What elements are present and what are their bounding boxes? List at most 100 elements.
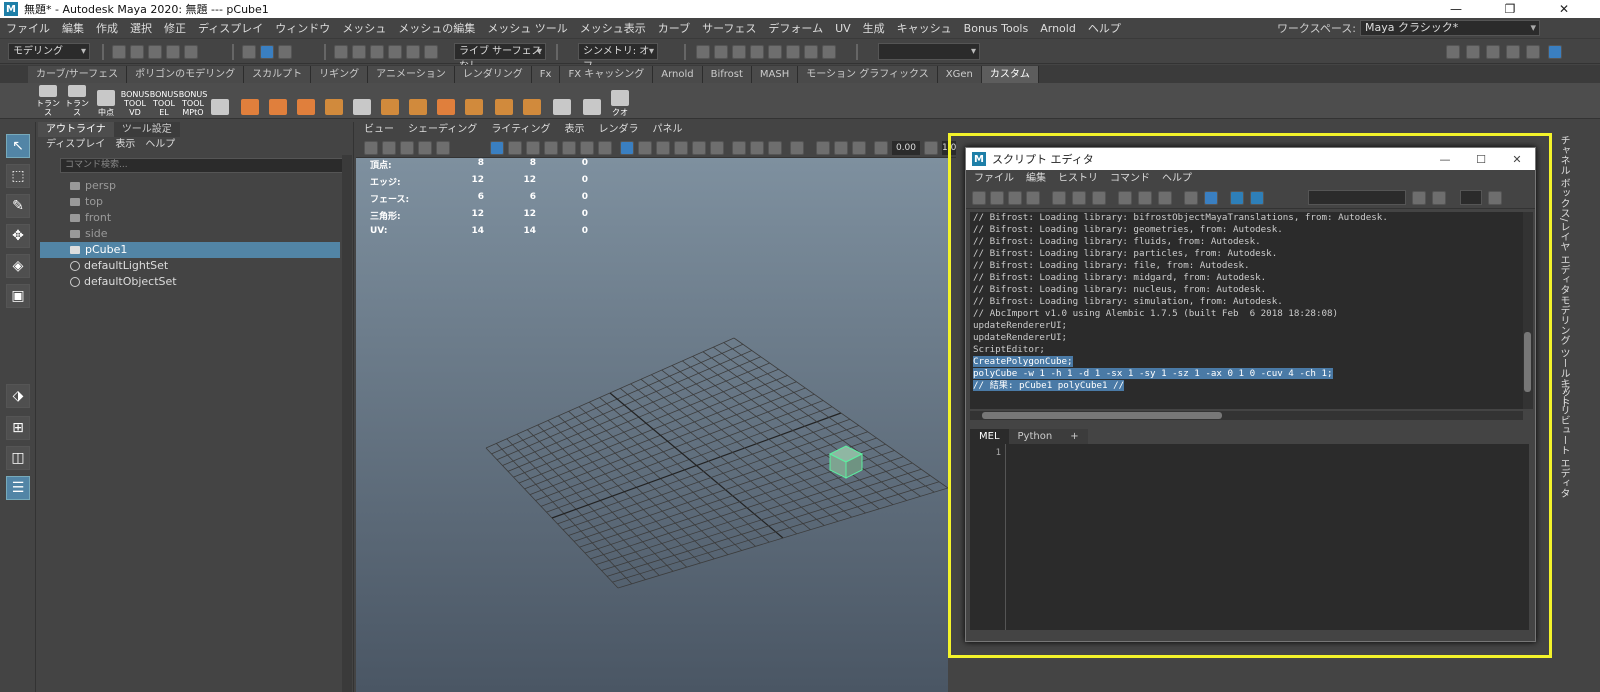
shelf-tab-animation[interactable]: アニメーション — [368, 66, 455, 83]
restore-button[interactable]: ❐ — [1494, 0, 1526, 18]
shelf-tool13-button[interactable] — [548, 85, 576, 117]
wire-on-shaded-icon[interactable] — [656, 141, 670, 155]
menu-windows[interactable]: ウィンドウ — [269, 20, 336, 36]
shelf-bonus-el-button[interactable]: BONUS TOOL EL — [150, 85, 179, 117]
single-pane-icon[interactable]: ⬗ — [6, 384, 30, 408]
lasso-tool-icon[interactable]: ⬚ — [6, 164, 30, 188]
outliner-item-persp[interactable]: persp — [40, 178, 340, 194]
menu-edit-mesh[interactable]: メッシュの編集 — [392, 20, 481, 36]
layout-toggle-icon[interactable] — [1548, 45, 1562, 59]
snap-vertex-icon[interactable] — [424, 45, 438, 59]
gamma-icon[interactable] — [924, 141, 938, 155]
viewport-menu-shading[interactable]: シェーディング — [408, 122, 477, 138]
arnold-ipr-icon[interactable] — [804, 45, 818, 59]
tool-settings-icon[interactable] — [1506, 45, 1520, 59]
menu-help[interactable]: ヘルプ — [1082, 20, 1127, 36]
safe-action-icon[interactable] — [580, 141, 594, 155]
shelf-tool11-button[interactable] — [490, 85, 518, 117]
camera-icon[interactable] — [1446, 45, 1460, 59]
shelf-tool7-button[interactable] — [376, 85, 404, 117]
shelf-tab-bifrost[interactable]: Bifrost — [702, 66, 752, 83]
close-window-button[interactable]: ✕ — [1548, 0, 1580, 18]
textured-icon[interactable] — [674, 141, 688, 155]
menu-deform[interactable]: デフォーム — [762, 20, 829, 36]
gate-mask-icon[interactable] — [544, 141, 558, 155]
bookmark-icon[interactable] — [400, 141, 414, 155]
hypershade-icon[interactable] — [768, 45, 782, 59]
shelf-kuo-button[interactable]: クオ — [606, 85, 634, 117]
shelf-tab-poly-modeling[interactable]: ポリゴンのモデリング — [127, 66, 245, 83]
snap-view-icon[interactable] — [388, 45, 402, 59]
paint-select-icon[interactable]: ✎ — [6, 194, 30, 218]
wireframe-icon[interactable] — [620, 141, 634, 155]
menu-modify[interactable]: 修正 — [158, 20, 192, 36]
menu-mesh[interactable]: メッシュ — [336, 20, 392, 36]
outliner-item-top[interactable]: top — [40, 194, 340, 210]
shelf-tab-custom[interactable]: カスタム — [981, 66, 1039, 83]
redo-icon[interactable] — [184, 45, 198, 59]
shelf-midpoint-button[interactable]: 中点 — [92, 85, 120, 117]
outliner-item-default-light-set[interactable]: defaultLightSet — [40, 258, 340, 274]
menu-bonus-tools[interactable]: Bonus Tools — [958, 22, 1035, 35]
field-chart-icon[interactable] — [562, 141, 576, 155]
shelf-tab-motion-graphics[interactable]: モーション グラフィックス — [798, 66, 938, 83]
select-component-icon[interactable] — [278, 45, 292, 59]
shelf-tool12-button[interactable] — [518, 85, 546, 117]
outliner-item-side[interactable]: side — [40, 226, 340, 242]
render-frame-icon[interactable] — [714, 45, 728, 59]
shelf-bonus-mpto-button[interactable]: BONUS TOOL MPtO — [179, 85, 208, 117]
outliner-item-front[interactable]: front — [40, 210, 340, 226]
snap-grid-icon[interactable] — [334, 45, 348, 59]
shelf-tool5-button[interactable] — [320, 85, 348, 117]
shelf-tool14-button[interactable] — [578, 85, 606, 117]
open-scene-icon[interactable] — [130, 45, 144, 59]
lights-icon[interactable] — [692, 141, 706, 155]
select-object-icon[interactable] — [260, 45, 274, 59]
tab-tool-settings[interactable]: ツール設定 — [113, 122, 180, 137]
viewport-menu-show[interactable]: 表示 — [565, 122, 585, 138]
channel-box-icon[interactable] — [1526, 45, 1540, 59]
exposure-field[interactable]: 0.00 — [892, 141, 920, 155]
mode-dropdown[interactable]: モデリング — [8, 43, 90, 60]
scale-tool-icon[interactable]: ▣ — [6, 284, 30, 308]
select-tool-icon[interactable]: ↖ — [6, 134, 30, 158]
grid-icon[interactable] — [436, 141, 450, 155]
resolution-gate-icon[interactable] — [526, 141, 540, 155]
shelf-tab-curves[interactable]: カーブ/サーフェス — [28, 66, 128, 83]
outliner-scrollbar[interactable] — [342, 155, 352, 692]
shelf-bonus-vd-button[interactable]: BONUS TOOL VD — [121, 85, 150, 117]
new-scene-icon[interactable] — [112, 45, 126, 59]
shelf-tool6-button[interactable] — [348, 85, 376, 117]
arnold-render-icon[interactable] — [786, 45, 800, 59]
outliner-menu-help[interactable]: ヘルプ — [145, 137, 175, 153]
shelf-trans1-button[interactable]: トランス — [34, 85, 62, 117]
camera-attr-icon[interactable] — [382, 141, 396, 155]
film-gate-icon[interactable] — [508, 141, 522, 155]
camera-select-icon[interactable] — [364, 141, 378, 155]
grid-toggle-icon[interactable] — [490, 141, 504, 155]
shelf-tab-xgen[interactable]: XGen — [937, 66, 982, 83]
four-pane-icon[interactable]: ⊞ — [6, 416, 30, 440]
user-dropdown[interactable] — [878, 43, 980, 60]
backface-icon[interactable] — [852, 141, 866, 155]
menu-surfaces[interactable]: サーフェス — [696, 20, 762, 36]
snap-point-icon[interactable] — [370, 45, 384, 59]
outliner-item-pcube1[interactable]: pCube1 — [40, 242, 340, 258]
tab-outliner[interactable]: アウトライナ — [38, 122, 114, 137]
outliner-item-default-object-set[interactable]: defaultObjectSet — [40, 274, 340, 290]
menu-mesh-display[interactable]: メッシュ表示 — [574, 20, 652, 36]
outliner-layout-icon[interactable]: ☰ — [6, 476, 30, 500]
shelf-tab-fx[interactable]: Fx — [531, 66, 561, 83]
smooth-shade-icon[interactable] — [638, 141, 652, 155]
menu-curves[interactable]: カーブ — [652, 20, 696, 36]
menu-display[interactable]: ディスプレイ — [192, 20, 269, 36]
snap-surface-icon[interactable] — [406, 45, 420, 59]
menu-create[interactable]: 作成 — [90, 20, 124, 36]
shadows-icon[interactable] — [710, 141, 724, 155]
render-settings-icon[interactable] — [750, 45, 764, 59]
shelf-tool4-button[interactable] — [292, 85, 320, 117]
tab-attribute-editor[interactable]: アトリビュート エディタ — [1556, 385, 1571, 498]
shelf-uv-button[interactable] — [236, 85, 264, 117]
shelf-tool3-button[interactable] — [264, 85, 292, 117]
menu-select[interactable]: 選択 — [124, 20, 158, 36]
